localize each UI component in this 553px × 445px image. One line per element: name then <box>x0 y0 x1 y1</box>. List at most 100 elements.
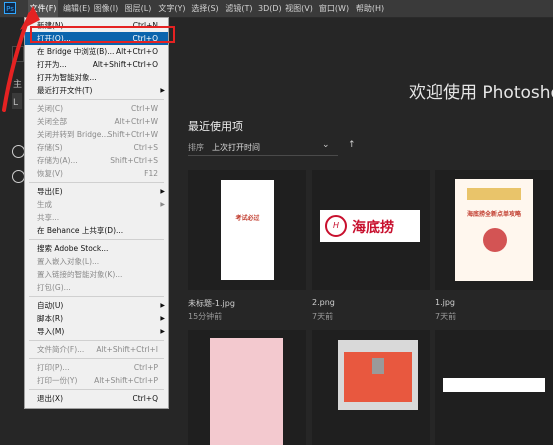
file-menu-item[interactable]: 打开为智能对象... <box>25 71 168 84</box>
menu-bar: Ps 文件(F) 编辑(E) 图像(I) 图层(L) 文字(Y) 选择(S) 滤镜(T) 3D… <box>0 0 553 18</box>
panel-label-a: 主 <box>13 80 23 90</box>
menu-item-label: 在 Bridge 中浏览(B)... <box>37 47 115 56</box>
menu-item-label: 文件简介(F)... <box>37 345 85 354</box>
menu-item[interactable]: 文件(F) <box>28 0 58 17</box>
menu-item-label: 打包(G)... <box>37 283 71 292</box>
menu-item-label: 关闭(C) <box>37 104 64 113</box>
file-menu-item[interactable]: 文件简介(F)... Alt+Shift+Ctrl+I <box>25 343 168 356</box>
menu-separator <box>29 296 164 297</box>
recent-file-thumbnail[interactable]: 海底捞全新点单攻略 <box>435 170 553 290</box>
file-menu-item[interactable]: 退出(X) Ctrl+Q <box>25 392 168 405</box>
recent-file-thumbnail[interactable] <box>188 330 306 445</box>
file-menu-item[interactable]: 恢复(V) F12 <box>25 167 168 180</box>
file-menu-item[interactable]: 在 Bridge 中浏览(B)... Alt+Ctrl+O <box>25 45 168 58</box>
menu-item[interactable]: 帮助(H) <box>355 0 385 17</box>
menu-item-label: 打印(P)... <box>37 363 70 372</box>
menu-item-shortcut: Shift+Ctrl+S <box>110 156 158 165</box>
menu-item-shortcut: F12 <box>144 169 158 178</box>
file-menu-item[interactable]: 打开为... Alt+Shift+Ctrl+O <box>25 58 168 71</box>
recent-file-time: 7天前 <box>312 312 334 321</box>
menu-item-label: 打印一份(Y) <box>37 376 78 385</box>
photoshop-logo: Ps <box>4 2 16 14</box>
file-menu-item[interactable]: 搜索 Adobe Stock... <box>25 242 168 255</box>
menu-item-shortcut: Ctrl+Q <box>132 394 158 403</box>
menu-item[interactable]: 编辑(E) <box>63 0 90 17</box>
file-menu-item[interactable]: 关闭(C) Ctrl+W <box>25 102 168 115</box>
sort-label: 排序 <box>188 143 204 152</box>
submenu-arrow-icon: ▶ <box>160 328 165 335</box>
recent-file-thumbnail[interactable]: H 海底捞 <box>312 170 430 290</box>
menu-item-label: 恢复(V) <box>37 169 63 178</box>
menu-item[interactable]: 窗口(W) <box>318 0 350 17</box>
recent-file-name[interactable]: 未标题-1.jpg <box>188 298 235 309</box>
menu-item-label: 导入(M) <box>37 327 65 336</box>
menu-item-label: 置入链接的智能对象(K)... <box>37 270 123 279</box>
recent-file-thumbnail[interactable]: 考试必过 <box>188 170 306 290</box>
menu-item[interactable]: 滤镜(T) <box>225 0 253 17</box>
menu-item[interactable]: 选择(S) <box>190 0 220 17</box>
sort-dropdown[interactable]: 上次打开时间 <box>212 142 260 153</box>
menu-item-label: 脚本(R) <box>37 314 64 323</box>
submenu-arrow-icon: ▶ <box>160 188 165 195</box>
menu-separator <box>29 340 164 341</box>
file-menu-item[interactable]: 脚本(R) ▶ <box>25 312 168 325</box>
file-menu-item[interactable]: 在 Behance 上共享(D)... <box>25 224 168 237</box>
file-menu-item[interactable]: 关闭并转到 Bridge... Shift+Ctrl+W <box>25 128 168 141</box>
recent-file-thumbnail[interactable] <box>312 330 430 445</box>
file-menu-item[interactable]: 导入(M) ▶ <box>25 325 168 338</box>
panel-tab[interactable] <box>12 46 24 62</box>
menu-item[interactable]: 3D(D) <box>258 0 282 17</box>
document-preview <box>210 338 283 445</box>
file-menu-item[interactable]: 导出(E) ▶ <box>25 185 168 198</box>
menu-item[interactable]: 图像(I) <box>93 0 119 17</box>
recent-section-title: 最近使用项 <box>188 120 243 133</box>
file-menu-item[interactable]: 关闭全部 Alt+Ctrl+W <box>25 115 168 128</box>
submenu-arrow-icon: ▶ <box>160 87 165 94</box>
menu-item-label: 自动(U) <box>37 301 64 310</box>
menu-item-shortcut: Ctrl+P <box>133 363 158 372</box>
arrow-up-icon[interactable]: ↑ <box>348 140 356 150</box>
file-menu-item[interactable]: 打包(G)... <box>25 281 168 294</box>
menu-item-shortcut: Alt+Shift+Ctrl+I <box>96 345 158 354</box>
recent-file-thumbnail[interactable] <box>435 330 553 445</box>
menu-item-shortcut: Alt+Shift+Ctrl+P <box>94 376 158 385</box>
divider-image <box>372 358 384 374</box>
file-menu-item[interactable]: 存储为(A)... Shift+Ctrl+S <box>25 154 168 167</box>
recent-file-name[interactable]: 2.png <box>312 298 335 307</box>
file-menu-item[interactable]: 置入链接的智能对象(K)... <box>25 268 168 281</box>
recent-file-time: 7天前 <box>435 312 457 321</box>
preview-text: 海底捞 <box>352 220 394 236</box>
menu-item[interactable]: 视图(V) <box>284 0 314 17</box>
welcome-title: 欢迎使用 Photoshop <box>409 83 553 103</box>
menu-separator <box>29 239 164 240</box>
menu-item-label: 搜索 Adobe Stock... <box>37 244 109 253</box>
file-menu-dropdown: 新建(N)... Ctrl+N 打开(O)... Ctrl+O 在 Bridge 中浏览… <box>24 17 169 409</box>
menu-item-label: 置入嵌入对象(L)... <box>37 257 100 266</box>
file-menu-item[interactable]: 共享... <box>25 211 168 224</box>
file-menu-item[interactable]: 自动(U) ▶ <box>25 299 168 312</box>
menu-item-label: 退出(X) <box>37 394 63 403</box>
file-menu-item[interactable]: 存储(S) Ctrl+S <box>25 141 168 154</box>
preview-text: 海底捞全新点单攻略 <box>466 211 521 218</box>
menu-item-label: 导出(E) <box>37 187 63 196</box>
menu-item-label: 打开为智能对象... <box>37 73 97 82</box>
file-menu-item[interactable]: 打印一份(Y) Alt+Shift+Ctrl+P <box>25 374 168 387</box>
decoration-image <box>467 188 521 200</box>
document-preview <box>443 378 545 392</box>
menu-item-shortcut: Alt+Shift+Ctrl+O <box>92 60 158 69</box>
menu-item-label: 在 Behance 上共享(D)... <box>37 226 124 235</box>
menu-item-shortcut: Ctrl+W <box>130 104 158 113</box>
file-menu-item[interactable]: 最近打开文件(T) ▶ <box>25 84 168 97</box>
menu-item-label: 关闭并转到 Bridge... <box>37 130 109 139</box>
recent-file-name[interactable]: 1.jpg <box>435 298 455 307</box>
menu-item[interactable]: 文字(Y) <box>158 0 186 17</box>
file-menu-item[interactable]: 打印(P)... Ctrl+P <box>25 361 168 374</box>
submenu-arrow-icon: ▶ <box>160 201 165 208</box>
menu-item-label: 生成 <box>37 200 52 209</box>
menu-separator <box>29 358 164 359</box>
file-menu-item[interactable]: 生成 ▶ <box>25 198 168 211</box>
menu-item[interactable]: 图层(L) <box>123 0 153 17</box>
file-menu-item[interactable]: 置入嵌入对象(L)... <box>25 255 168 268</box>
chevron-down-icon[interactable]: ⌄ <box>322 140 330 150</box>
submenu-arrow-icon: ▶ <box>160 302 165 309</box>
